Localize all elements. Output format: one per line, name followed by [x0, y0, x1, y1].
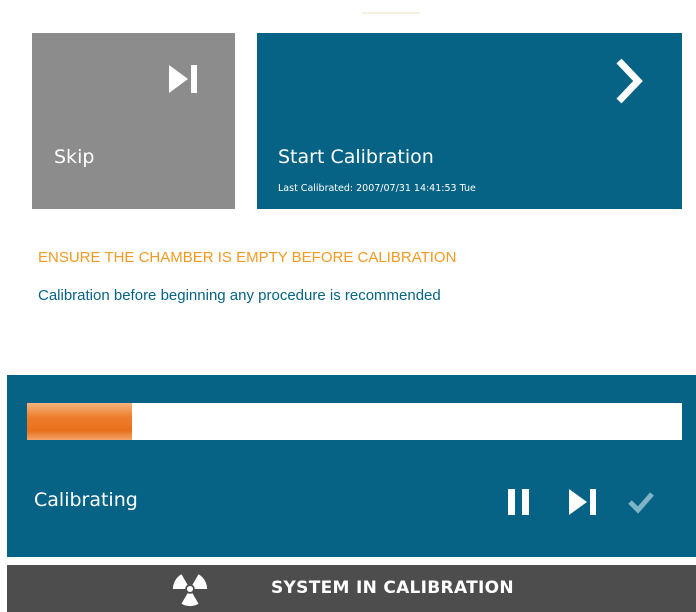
skip-forward-icon — [169, 65, 197, 93]
system-in-calibration-text: SYSTEM IN CALIBRATION — [271, 578, 514, 598]
skip-label: Skip — [54, 146, 95, 168]
skip-forward-icon[interactable] — [569, 489, 597, 515]
calibration-progress-fill — [27, 403, 132, 440]
pause-icon[interactable] — [507, 489, 531, 515]
system-status-bar: SYSTEM IN CALIBRATION — [7, 565, 696, 612]
skip-button[interactable]: Skip — [32, 33, 235, 209]
calibration-recommendation: Calibration before beginning any procedu… — [38, 287, 441, 304]
chevron-right-icon — [616, 58, 643, 104]
checkmark-icon[interactable] — [627, 489, 655, 515]
calibrating-status: Calibrating — [34, 489, 138, 511]
chamber-empty-warning: ENSURE THE CHAMBER IS EMPTY BEFORE CALIB… — [38, 249, 457, 266]
top-accent-line — [362, 12, 420, 14]
radiation-icon — [172, 574, 208, 607]
last-calibrated-text: Last Calibrated: 2007/07/31 14:41:53 Tue — [278, 183, 476, 194]
start-calibration-label: Start Calibration — [278, 146, 434, 168]
calibration-panel: Calibrating — [7, 375, 696, 557]
calibration-progress-bar — [27, 403, 682, 440]
start-calibration-button[interactable]: Start Calibration Last Calibrated: 2007/… — [257, 33, 682, 209]
